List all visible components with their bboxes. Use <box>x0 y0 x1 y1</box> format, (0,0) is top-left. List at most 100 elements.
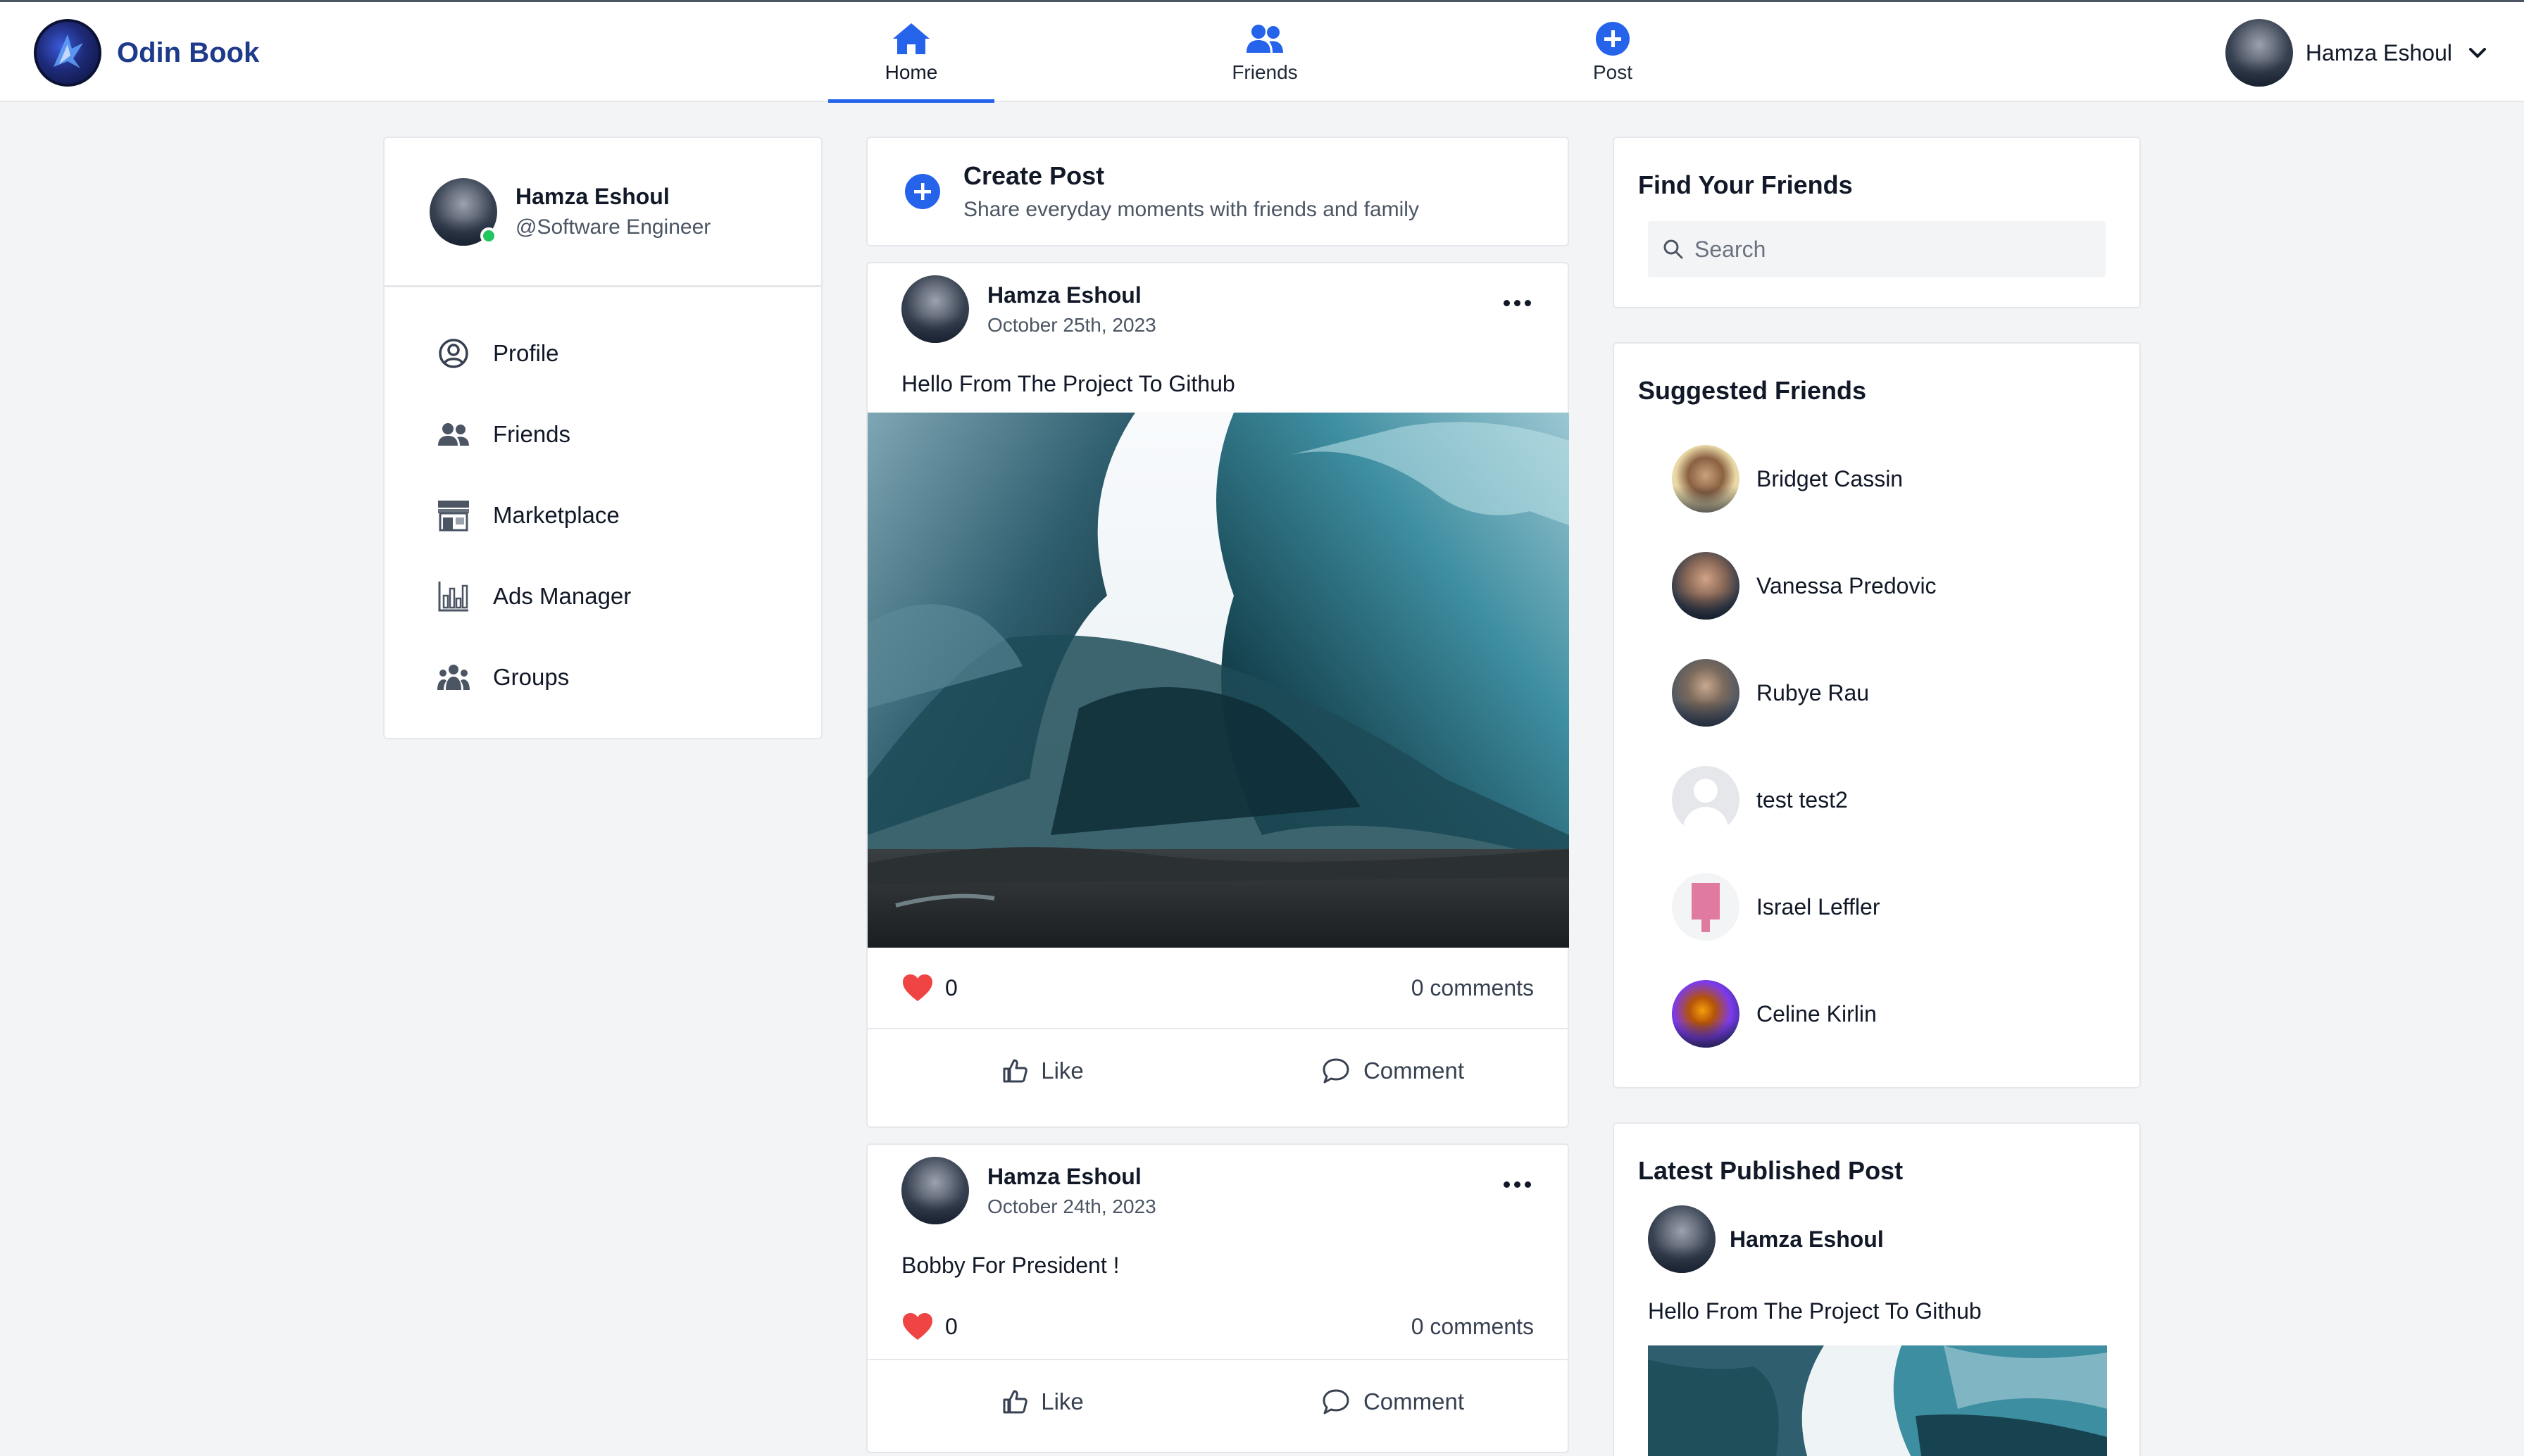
avatar[interactable] <box>901 1157 969 1224</box>
post-text: Hello From The Project To Github <box>901 370 1235 396</box>
avatar <box>2225 19 2293 87</box>
plus-circle-icon <box>905 174 940 209</box>
profile-handle: @Software Engineer <box>516 215 711 239</box>
suggested-friend[interactable]: Israel Leffler <box>1638 853 2116 960</box>
suggested-friend[interactable]: Celine Kirlin <box>1638 960 2116 1067</box>
heart-icon <box>903 1313 932 1340</box>
suggested-friend[interactable]: test test2 <box>1638 746 2116 853</box>
default-avatar-icon <box>1672 766 1739 834</box>
profile-name: Hamza Eshoul <box>516 184 670 209</box>
sidebar-item-label: Friends <box>493 420 571 447</box>
top-navbar: Odin Book Home Friends Post Hamza Eshoul <box>0 0 2524 103</box>
comment-button[interactable]: Comment <box>1218 1029 1568 1112</box>
sidebar-item-friends[interactable]: Friends <box>385 394 821 475</box>
account-name: Hamza Eshoul <box>2305 39 2452 65</box>
thumbs-up-icon <box>1003 1059 1027 1083</box>
latest-post-text: Hello From The Project To Github <box>1648 1298 1982 1324</box>
post-actions: Like Comment <box>868 1029 1568 1112</box>
post-image[interactable] <box>868 413 1569 948</box>
suggested-friend[interactable]: Vanessa Predovic <box>1638 532 2116 639</box>
suggested-friend-name: Vanessa Predovic <box>1756 572 1937 598</box>
search-icon <box>1663 239 1683 259</box>
plus-circle-icon <box>1596 22 1630 56</box>
online-status-icon <box>480 227 497 244</box>
more-options-icon[interactable] <box>1496 289 1538 317</box>
bar-chart-icon <box>437 579 470 613</box>
sidebar-item-label: Ads Manager <box>493 582 632 609</box>
suggested-friend[interactable]: Bridget Cassin <box>1638 425 2116 532</box>
suggested-friend-name: Celine Kirlin <box>1756 1000 1877 1027</box>
comments-count[interactable]: 0 comments <box>1411 975 1534 1001</box>
avatar[interactable] <box>901 275 969 343</box>
profile-summary[interactable]: Hamza Eshoul @Software Engineer <box>385 138 821 287</box>
groups-icon <box>437 660 470 694</box>
likes-count[interactable]: 0 <box>901 1312 958 1341</box>
latest-post-author-name: Hamza Eshoul <box>1730 1226 1884 1252</box>
suggested-friends-title: Suggested Friends <box>1638 376 1867 405</box>
post-date: October 25th, 2023 <box>987 313 1156 336</box>
latest-post-image[interactable] <box>1648 1345 2107 1456</box>
store-icon <box>437 498 470 532</box>
heart-icon <box>903 974 932 1001</box>
suggested-friends-list: Bridget Cassin Vanessa Predovic Rubye Ra… <box>1638 425 2116 1067</box>
create-post-subtitle: Share everyday moments with friends and … <box>963 198 1419 221</box>
like-label: Like <box>1041 1388 1084 1414</box>
more-options-icon[interactable] <box>1496 1170 1538 1198</box>
like-label: Like <box>1041 1058 1084 1084</box>
nav-tab-friends[interactable]: Friends <box>1182 2 1348 103</box>
like-button[interactable]: Like <box>868 1029 1218 1112</box>
post-author[interactable]: Hamza Eshoul <box>987 282 1156 308</box>
latest-post-author[interactable]: Hamza Eshoul <box>1638 1205 2116 1273</box>
app-root: Odin Book Home Friends Post Hamza Eshoul… <box>0 0 2524 1456</box>
create-post-card[interactable]: Create Post Share everyday moments with … <box>866 137 1569 246</box>
latest-post-card: Latest Published Post Hamza Eshoul Hello… <box>1613 1122 2141 1456</box>
likes-value: 0 <box>945 974 958 1000</box>
comment-label: Comment <box>1363 1058 1465 1084</box>
sidebar-item-groups[interactable]: Groups <box>385 636 821 717</box>
nav-tab-home[interactable]: Home <box>828 2 994 103</box>
comment-icon <box>1323 1058 1349 1084</box>
search-input[interactable] <box>1694 236 2089 263</box>
find-friends-card: Find Your Friends <box>1613 137 2141 308</box>
sidebar-item-profile[interactable]: Profile <box>385 313 821 394</box>
user-circle-icon <box>437 337 470 370</box>
sidebar-item-label: Groups <box>493 663 570 690</box>
nav-tab-label: Friends <box>1232 61 1298 83</box>
nav-tab-label: Post <box>1592 61 1633 83</box>
nav-tab-label: Home <box>885 61 938 83</box>
post-header: Hamza Eshoul October 24th, 2023 <box>868 1145 1568 1236</box>
sidebar-item-label: Marketplace <box>493 501 620 528</box>
post-stats: 0 0 comments <box>868 948 1568 1029</box>
sidebar-item-ads-manager[interactable]: Ads Manager <box>385 556 821 636</box>
suggested-friend[interactable]: Rubye Rau <box>1638 639 2116 746</box>
comment-icon <box>1323 1389 1349 1414</box>
search-field[interactable] <box>1648 221 2106 277</box>
avatar <box>1648 1205 1716 1273</box>
create-post-title: Create Post <box>963 161 1105 190</box>
like-button[interactable]: Like <box>868 1360 1218 1443</box>
account-menu[interactable]: Hamza Eshoul <box>2225 19 2490 87</box>
comment-button[interactable]: Comment <box>1218 1360 1568 1443</box>
latest-post-title: Latest Published Post <box>1638 1156 1904 1185</box>
post-header: Hamza Eshoul October 25th, 2023 <box>868 263 1568 355</box>
post-text: Bobby For President ! <box>901 1252 1120 1278</box>
find-friends-title: Find Your Friends <box>1638 170 1853 199</box>
avatar <box>1672 873 1739 941</box>
post-author[interactable]: Hamza Eshoul <box>987 1164 1156 1190</box>
avatar <box>1672 659 1739 727</box>
brand-logo[interactable]: Odin Book <box>34 19 259 87</box>
avatar <box>1672 552 1739 620</box>
friends-icon <box>1247 25 1283 53</box>
post-card: Hamza Eshoul October 25th, 2023 Hello Fr… <box>866 262 1569 1128</box>
comments-count[interactable]: 0 comments <box>1411 1314 1534 1340</box>
likes-count[interactable]: 0 <box>901 973 958 1003</box>
post-stats: 0 0 comments <box>868 1294 1568 1360</box>
nav-tab-post[interactable]: Post <box>1530 2 1696 103</box>
thumbs-up-icon <box>1003 1390 1027 1414</box>
profile-avatar-wrap <box>430 177 497 246</box>
post-date: October 24th, 2023 <box>987 1195 1156 1217</box>
post-actions: Like Comment <box>868 1360 1568 1443</box>
brand-name: Odin Book <box>117 37 260 68</box>
sidebar-item-marketplace[interactable]: Marketplace <box>385 475 821 556</box>
likes-value: 0 <box>945 1313 958 1339</box>
